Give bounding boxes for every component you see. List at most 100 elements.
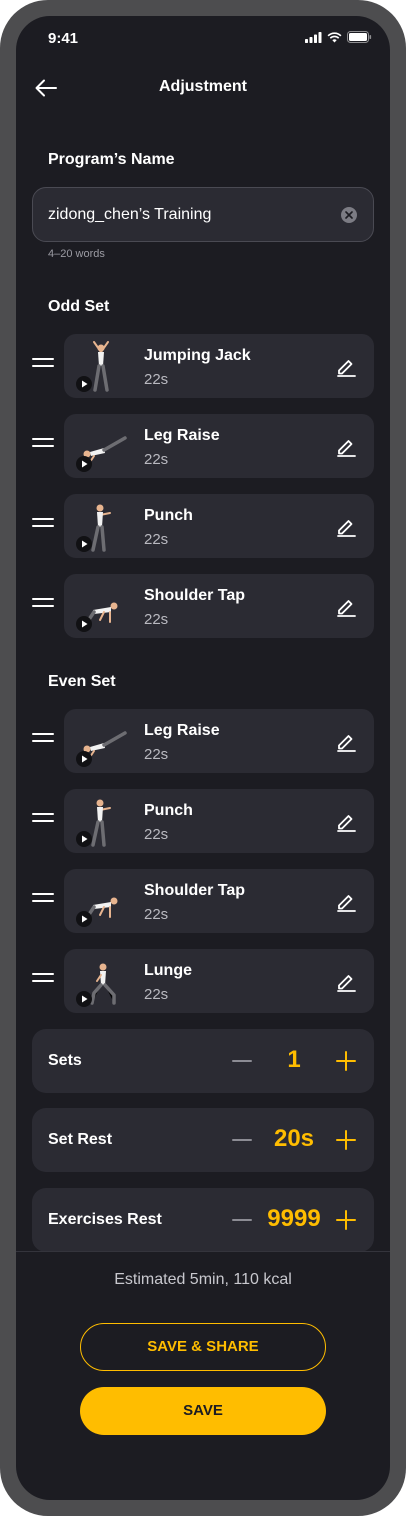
exercise-name: Punch bbox=[144, 802, 193, 819]
exercise-card[interactable]: Shoulder Tap 22s bbox=[64, 869, 374, 933]
save-button[interactable]: SAVE bbox=[80, 1387, 326, 1435]
pencil-icon bbox=[337, 815, 356, 832]
program-name-input[interactable] bbox=[48, 188, 338, 241]
edit-exercise-button[interactable] bbox=[334, 354, 358, 378]
program-name-field bbox=[32, 187, 374, 242]
drag-handle[interactable] bbox=[32, 518, 56, 534]
exercise-name: Shoulder Tap bbox=[144, 882, 246, 899]
edit-exercise-button[interactable] bbox=[334, 969, 358, 993]
exercise-duration: 22s bbox=[144, 531, 169, 548]
drag-handle[interactable] bbox=[32, 813, 56, 829]
exercise-thumbnail bbox=[70, 873, 132, 929]
minus-icon bbox=[232, 1060, 252, 1062]
pencil-icon bbox=[337, 600, 356, 617]
exercise-card[interactable]: Leg Raise 22s bbox=[64, 709, 374, 773]
play-badge bbox=[76, 751, 92, 767]
exercises-rest-stepper: Exercises Rest 9999 bbox=[32, 1188, 374, 1252]
play-badge bbox=[76, 376, 92, 392]
exercise-name: Shoulder Tap bbox=[144, 587, 246, 604]
edit-exercise-button[interactable] bbox=[334, 434, 358, 458]
sets-label: Sets bbox=[48, 1052, 82, 1069]
play-icon bbox=[81, 460, 87, 468]
exercise-row: Shoulder Tap 22s bbox=[32, 869, 374, 933]
drag-handle[interactable] bbox=[32, 973, 56, 989]
drag-handle[interactable] bbox=[32, 438, 56, 454]
exercise-thumbnail bbox=[70, 418, 132, 474]
play-icon bbox=[81, 540, 87, 548]
exercise-thumbnail bbox=[70, 498, 132, 554]
exercises-rest-value: 9999 bbox=[267, 1205, 321, 1232]
set-rest-decrement-button[interactable] bbox=[230, 1128, 254, 1152]
edit-exercise-button[interactable] bbox=[334, 729, 358, 753]
minus-icon bbox=[232, 1139, 252, 1141]
clear-input-button[interactable] bbox=[341, 207, 357, 223]
exercise-duration: 22s bbox=[144, 371, 169, 388]
program-name-hint: 4–20 words bbox=[48, 248, 105, 260]
exercise-name: Leg Raise bbox=[144, 427, 220, 444]
drag-handle[interactable] bbox=[32, 893, 56, 909]
exercise-name: Leg Raise bbox=[144, 722, 220, 739]
device-frame: 9:41 Adjustment Program’s Name zidong_ch… bbox=[0, 0, 406, 1516]
exercises-rest-label: Exercises Rest bbox=[48, 1211, 162, 1228]
save-and-share-button[interactable]: SAVE & SHARE bbox=[80, 1323, 326, 1371]
edit-exercise-button[interactable] bbox=[334, 889, 358, 913]
footer-divider bbox=[16, 1251, 390, 1252]
program-name-label: Program’s Name bbox=[48, 151, 175, 168]
exercise-thumbnail bbox=[70, 793, 132, 849]
play-badge bbox=[76, 911, 92, 927]
pencil-icon bbox=[337, 735, 356, 752]
play-icon bbox=[81, 995, 87, 1003]
exercise-row: Leg Raise 22s bbox=[32, 709, 374, 773]
play-badge bbox=[76, 536, 92, 552]
exercise-duration: 22s bbox=[144, 986, 169, 1003]
sets-decrement-button[interactable] bbox=[230, 1049, 254, 1073]
estimate-text: Estimated 5min, 110 kcal bbox=[114, 1271, 292, 1288]
signal-icon bbox=[305, 31, 322, 43]
exercise-row: Lunge 22s bbox=[32, 949, 374, 1013]
exercises-rest-decrement-button[interactable] bbox=[230, 1208, 254, 1232]
play-icon bbox=[81, 755, 87, 763]
play-icon bbox=[81, 915, 87, 923]
edit-exercise-button[interactable] bbox=[334, 809, 358, 833]
status-icons bbox=[305, 31, 372, 43]
wifi-icon bbox=[327, 31, 342, 42]
sets-increment-button[interactable] bbox=[334, 1049, 358, 1073]
page-title: Adjustment bbox=[159, 78, 247, 95]
set-rest-label: Set Rest bbox=[48, 1131, 113, 1148]
odd-set-label: Odd Set bbox=[48, 298, 110, 315]
exercise-duration: 22s bbox=[144, 906, 169, 923]
set-rest-value: 20s bbox=[273, 1125, 315, 1152]
exercises-rest-increment-button[interactable] bbox=[334, 1208, 358, 1232]
exercise-duration: 22s bbox=[144, 826, 169, 843]
drag-handle[interactable] bbox=[32, 733, 56, 749]
play-icon bbox=[81, 835, 87, 843]
pencil-icon bbox=[337, 895, 356, 912]
edit-exercise-button[interactable] bbox=[334, 594, 358, 618]
set-rest-increment-button[interactable] bbox=[334, 1128, 358, 1152]
exercise-card[interactable]: Punch 22s bbox=[64, 494, 374, 558]
exercise-card[interactable]: Leg Raise 22s bbox=[64, 414, 374, 478]
exercise-row: Punch 22s bbox=[32, 494, 374, 558]
exercise-thumbnail bbox=[70, 953, 132, 1009]
play-icon bbox=[81, 380, 87, 388]
app-screen: 9:41 Adjustment Program’s Name zidong_ch… bbox=[16, 16, 390, 1500]
play-badge bbox=[76, 991, 92, 1007]
plus-icon bbox=[336, 1051, 356, 1071]
exercise-card[interactable]: Jumping Jack 22s bbox=[64, 334, 374, 398]
edit-exercise-button[interactable] bbox=[334, 514, 358, 538]
exercise-row: Punch 22s bbox=[32, 789, 374, 853]
exercise-name: Punch bbox=[144, 507, 193, 524]
set-rest-stepper: Set Rest 20s bbox=[32, 1108, 374, 1172]
pencil-icon bbox=[337, 520, 356, 537]
exercise-card[interactable]: Shoulder Tap 22s bbox=[64, 574, 374, 638]
drag-handle[interactable] bbox=[32, 358, 56, 374]
exercise-name: Lunge bbox=[144, 962, 192, 979]
exercise-duration: 22s bbox=[144, 611, 169, 628]
exercise-card[interactable]: Punch 22s bbox=[64, 789, 374, 853]
drag-handle[interactable] bbox=[32, 598, 56, 614]
pencil-icon bbox=[337, 360, 356, 377]
exercise-duration: 22s bbox=[144, 746, 169, 763]
exercise-thumbnail bbox=[70, 338, 132, 394]
minus-icon bbox=[232, 1219, 252, 1221]
exercise-card[interactable]: Lunge 22s bbox=[64, 949, 374, 1013]
